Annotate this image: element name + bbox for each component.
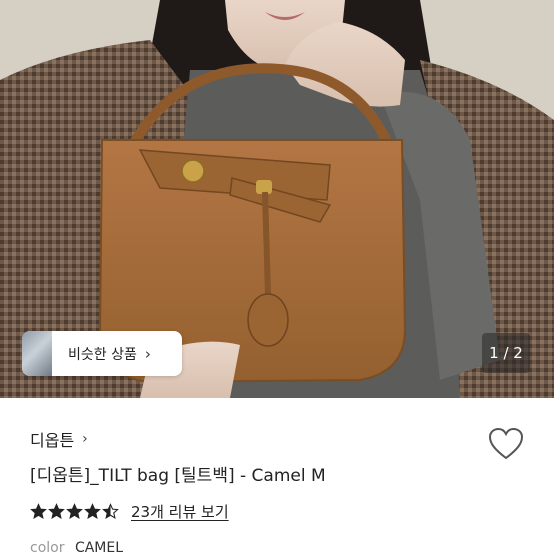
shop-link[interactable]: 디옵튼 › xyxy=(30,428,88,450)
current-page: 1 xyxy=(489,344,499,362)
star-icon xyxy=(102,502,119,519)
chevron-right-icon: › xyxy=(82,431,88,447)
product-image-gallery[interactable]: 비슷한 상품 › 1 / 2 xyxy=(0,0,554,398)
star-icon xyxy=(30,502,47,519)
star-rating xyxy=(30,502,119,520)
star-icon xyxy=(48,502,65,519)
similar-products-label: 비슷한 상품 xyxy=(68,346,137,363)
similar-product-thumbnail xyxy=(22,331,52,376)
heart-outline-icon[interactable] xyxy=(488,427,524,461)
reviews-link[interactable]: 23개 리뷰 보기 xyxy=(131,501,229,522)
image-page-indicator: 1 / 2 xyxy=(482,333,530,373)
similar-products-button[interactable]: 비슷한 상품 › xyxy=(22,331,182,376)
star-icon xyxy=(84,502,101,519)
shop-name: 디옵튼 xyxy=(30,431,75,450)
chevron-right-icon: › xyxy=(144,344,151,363)
star-icon xyxy=(66,502,83,519)
rating-row: 23개 리뷰 보기 xyxy=(30,500,229,522)
page-separator: / xyxy=(498,344,514,362)
total-pages: 2 xyxy=(513,344,523,362)
product-title: [디옵튼]_TILT bag [틸트백] - Camel M xyxy=(30,466,326,486)
